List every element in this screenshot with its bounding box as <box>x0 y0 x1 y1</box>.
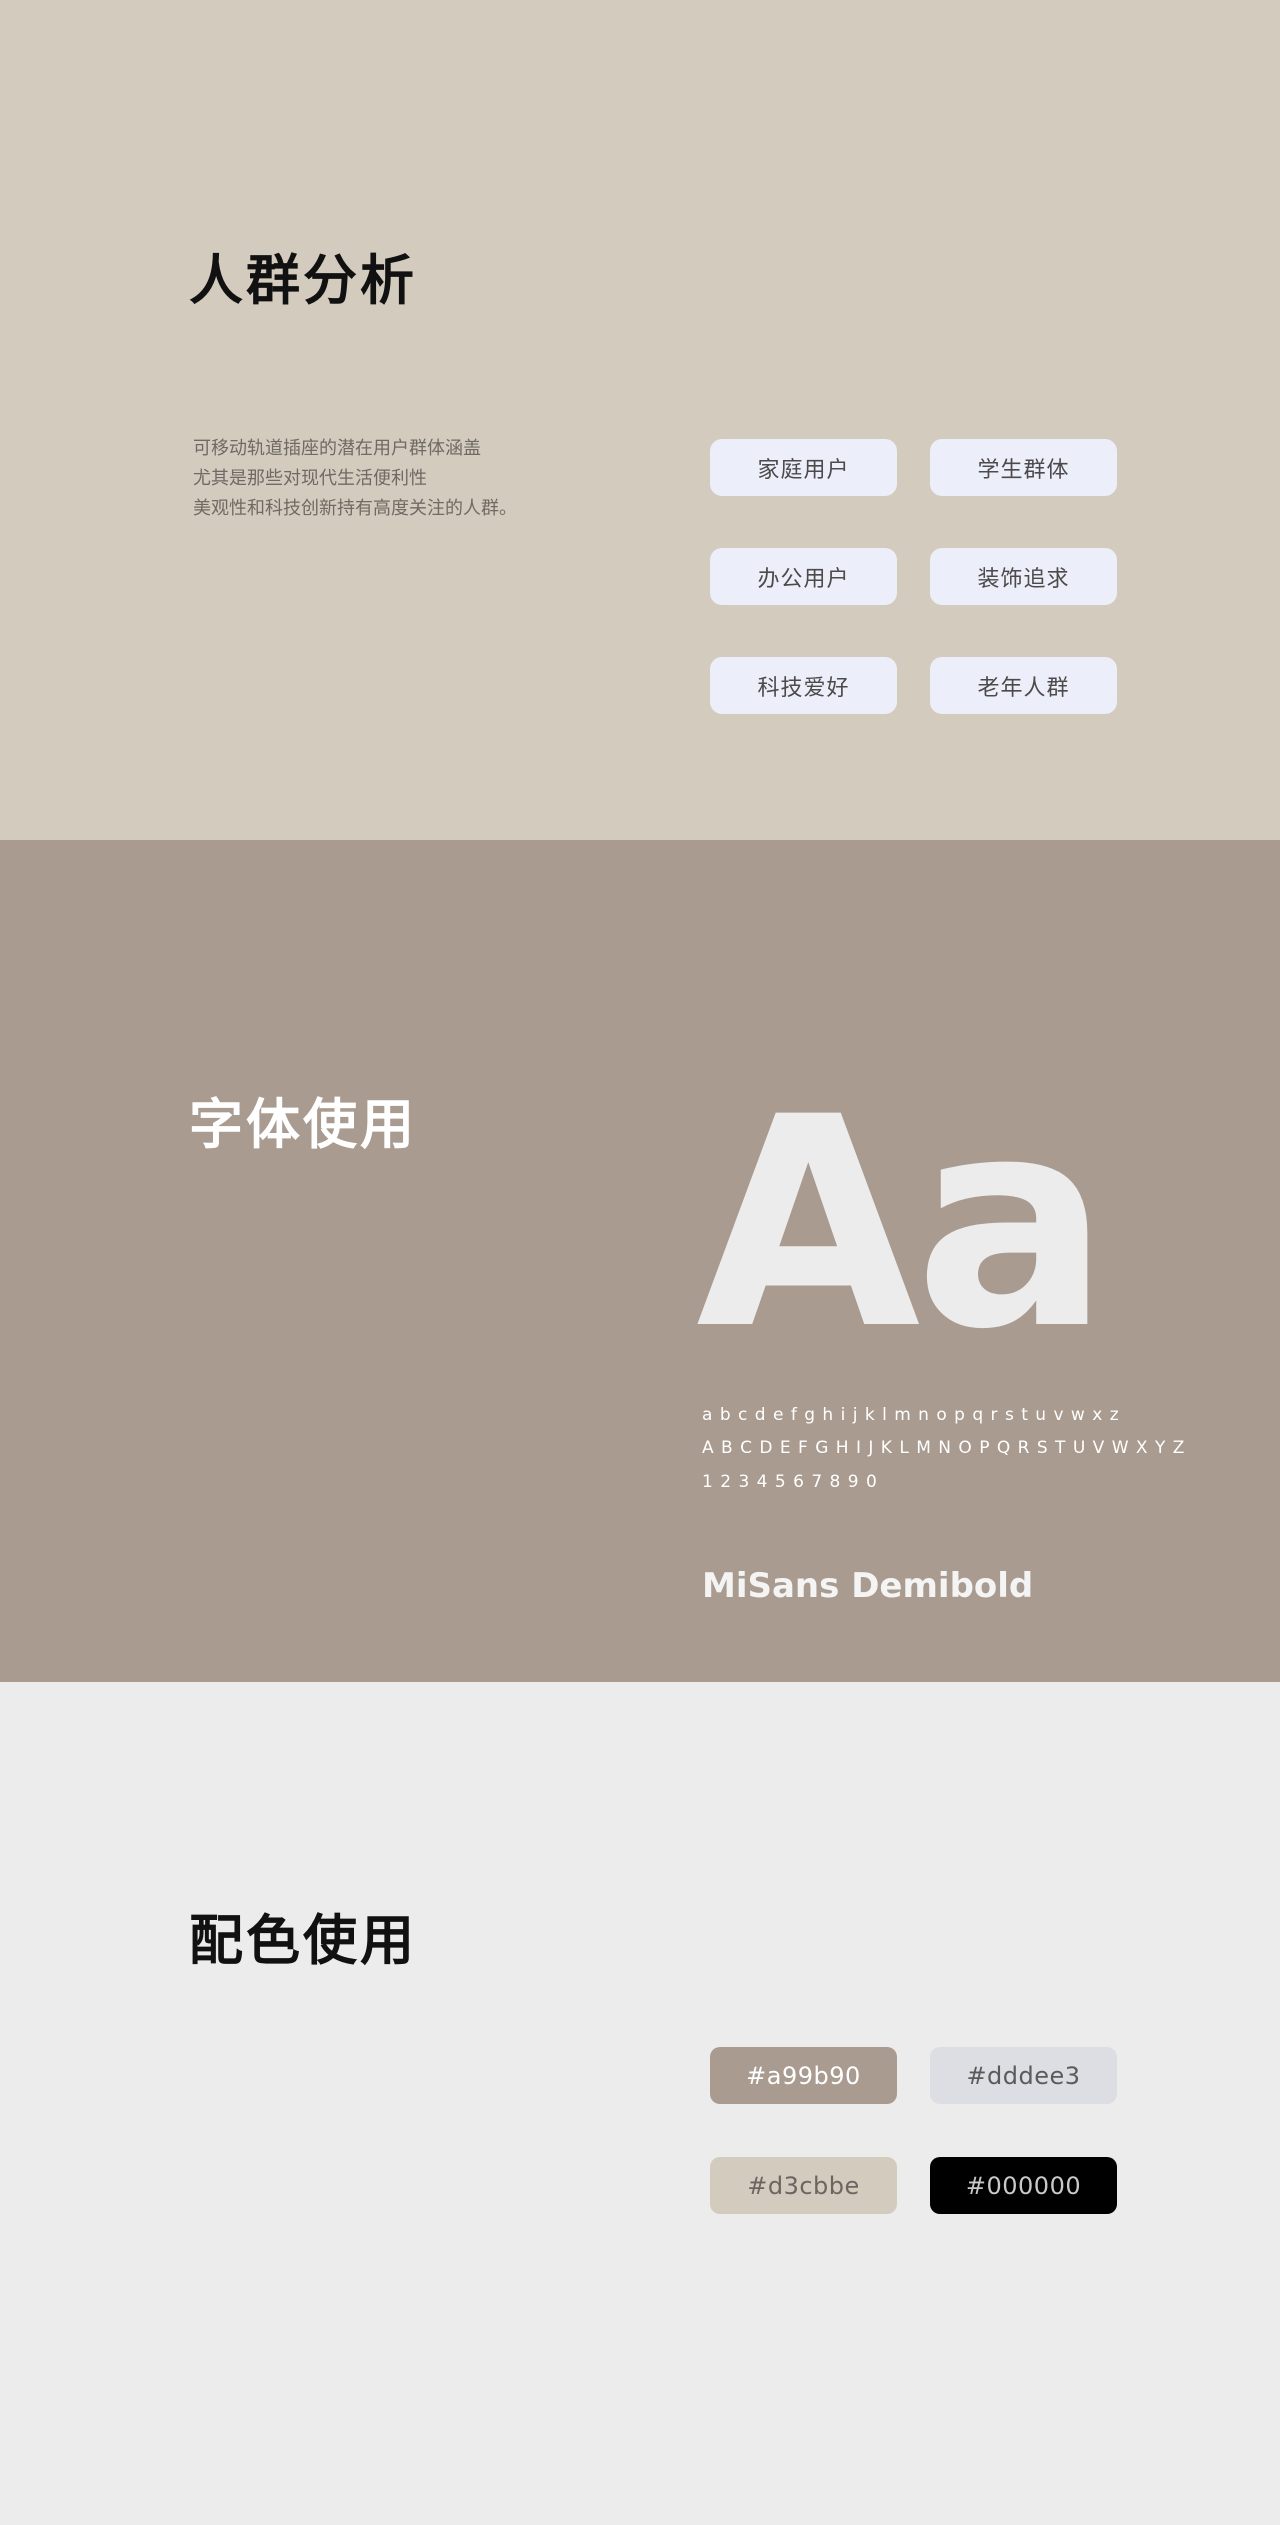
audience-title: 人群分析 <box>189 249 417 312</box>
typography-title: 字体使用 <box>189 1093 417 1156</box>
color-swatch: #dddee3 <box>930 2047 1117 2104</box>
audience-description: 可移动轨道插座的潜在用户群体涵盖 尤其是那些对现代生活便利性 美观性和科技创新持… <box>193 434 517 524</box>
description-line-2: 尤其是那些对现代生活便利性 <box>193 468 427 489</box>
tag-elderly: 老年人群 <box>930 657 1117 714</box>
font-sample: Aa <box>696 1056 1110 1393</box>
description-line-3: 美观性和科技创新持有高度关注的人群。 <box>193 498 517 519</box>
tag-decor-seekers: 装饰追求 <box>930 548 1117 605</box>
audience-section: 人群分析 可移动轨道插座的潜在用户群体涵盖 尤其是那些对现代生活便利性 美观性和… <box>0 0 1280 840</box>
colors-title: 配色使用 <box>189 1909 417 1972</box>
colors-section: 配色使用 #a99b90 #dddee3 #d3cbbe #000000 <box>0 1682 1280 2525</box>
font-name: MiSans Demibold <box>702 1566 1034 1606</box>
tag-tech-enthusiasts: 科技爱好 <box>710 657 897 714</box>
color-swatch: #a99b90 <box>710 2047 897 2104</box>
tag-family-users: 家庭用户 <box>710 439 897 496</box>
lowercase-glyphs: a b c d e f g h i j k l m n o p q r s t … <box>702 1405 1120 1425</box>
description-line-1: 可移动轨道插座的潜在用户群体涵盖 <box>193 438 481 459</box>
tag-office-users: 办公用户 <box>710 548 897 605</box>
typography-section: 字体使用 Aa a b c d e f g h i j k l m n o p … <box>0 840 1280 1682</box>
uppercase-glyphs: A B C D E F G H I J K L M N O P Q R S T … <box>702 1438 1186 1458</box>
color-swatch: #d3cbbe <box>710 2157 897 2214</box>
tag-students: 学生群体 <box>930 439 1117 496</box>
digit-glyphs: 1 2 3 4 5 6 7 8 9 0 <box>702 1472 878 1492</box>
color-swatch: #000000 <box>930 2157 1117 2214</box>
